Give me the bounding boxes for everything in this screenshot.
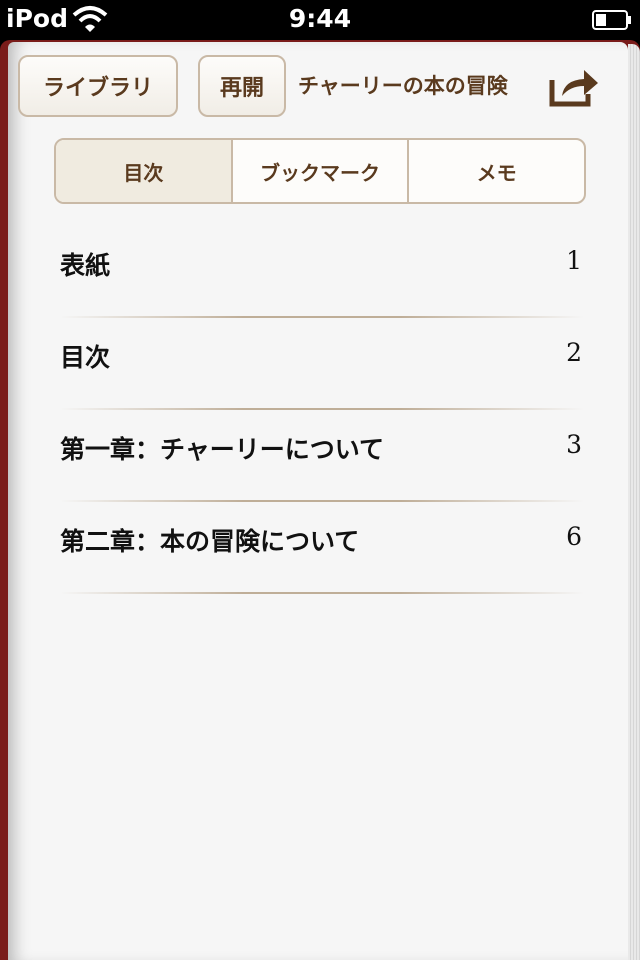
library-button[interactable]: ライブラリ: [18, 55, 178, 117]
toc-list: 表紙 1 目次 2 第一章：チャーリーについて 3 第二章：本の冒険について 6: [60, 226, 584, 594]
tab-notes[interactable]: メモ: [407, 140, 584, 202]
book-title: チャーリーの本の冒険: [298, 74, 508, 98]
toc-entry-page: 3: [566, 430, 582, 459]
resume-button[interactable]: 再開: [198, 55, 286, 117]
row-divider: [60, 592, 584, 594]
toc-entry-title: 目次: [60, 343, 111, 372]
toc-row[interactable]: 第二章：本の冒険について 6: [60, 502, 584, 594]
toc-entry-page: 1: [566, 246, 582, 275]
toc-entry-title: 第二章：本の冒険について: [60, 527, 360, 556]
toc-row[interactable]: 第一章：チャーリーについて 3: [60, 410, 584, 502]
toc-row[interactable]: 表紙 1: [60, 226, 584, 318]
share-icon[interactable]: [548, 64, 600, 108]
tab-bookmarks[interactable]: ブックマーク: [230, 140, 408, 202]
toc-entry-title: 第一章：チャーリーについて: [60, 435, 385, 464]
battery-icon: [592, 10, 631, 30]
toc-entry-title: 表紙: [60, 251, 111, 280]
toc-row[interactable]: 目次 2: [60, 318, 584, 410]
page-stack-edge: [628, 44, 640, 960]
toc-entry-page: 2: [566, 338, 582, 367]
status-bar: iPod 9:44: [0, 0, 640, 40]
tab-table-of-contents[interactable]: 目次: [56, 140, 231, 202]
clock: 9:44: [288, 4, 352, 33]
toc-segmented-control: 目次 ブックマーク メモ: [54, 138, 586, 204]
toc-entry-page: 6: [566, 522, 582, 551]
